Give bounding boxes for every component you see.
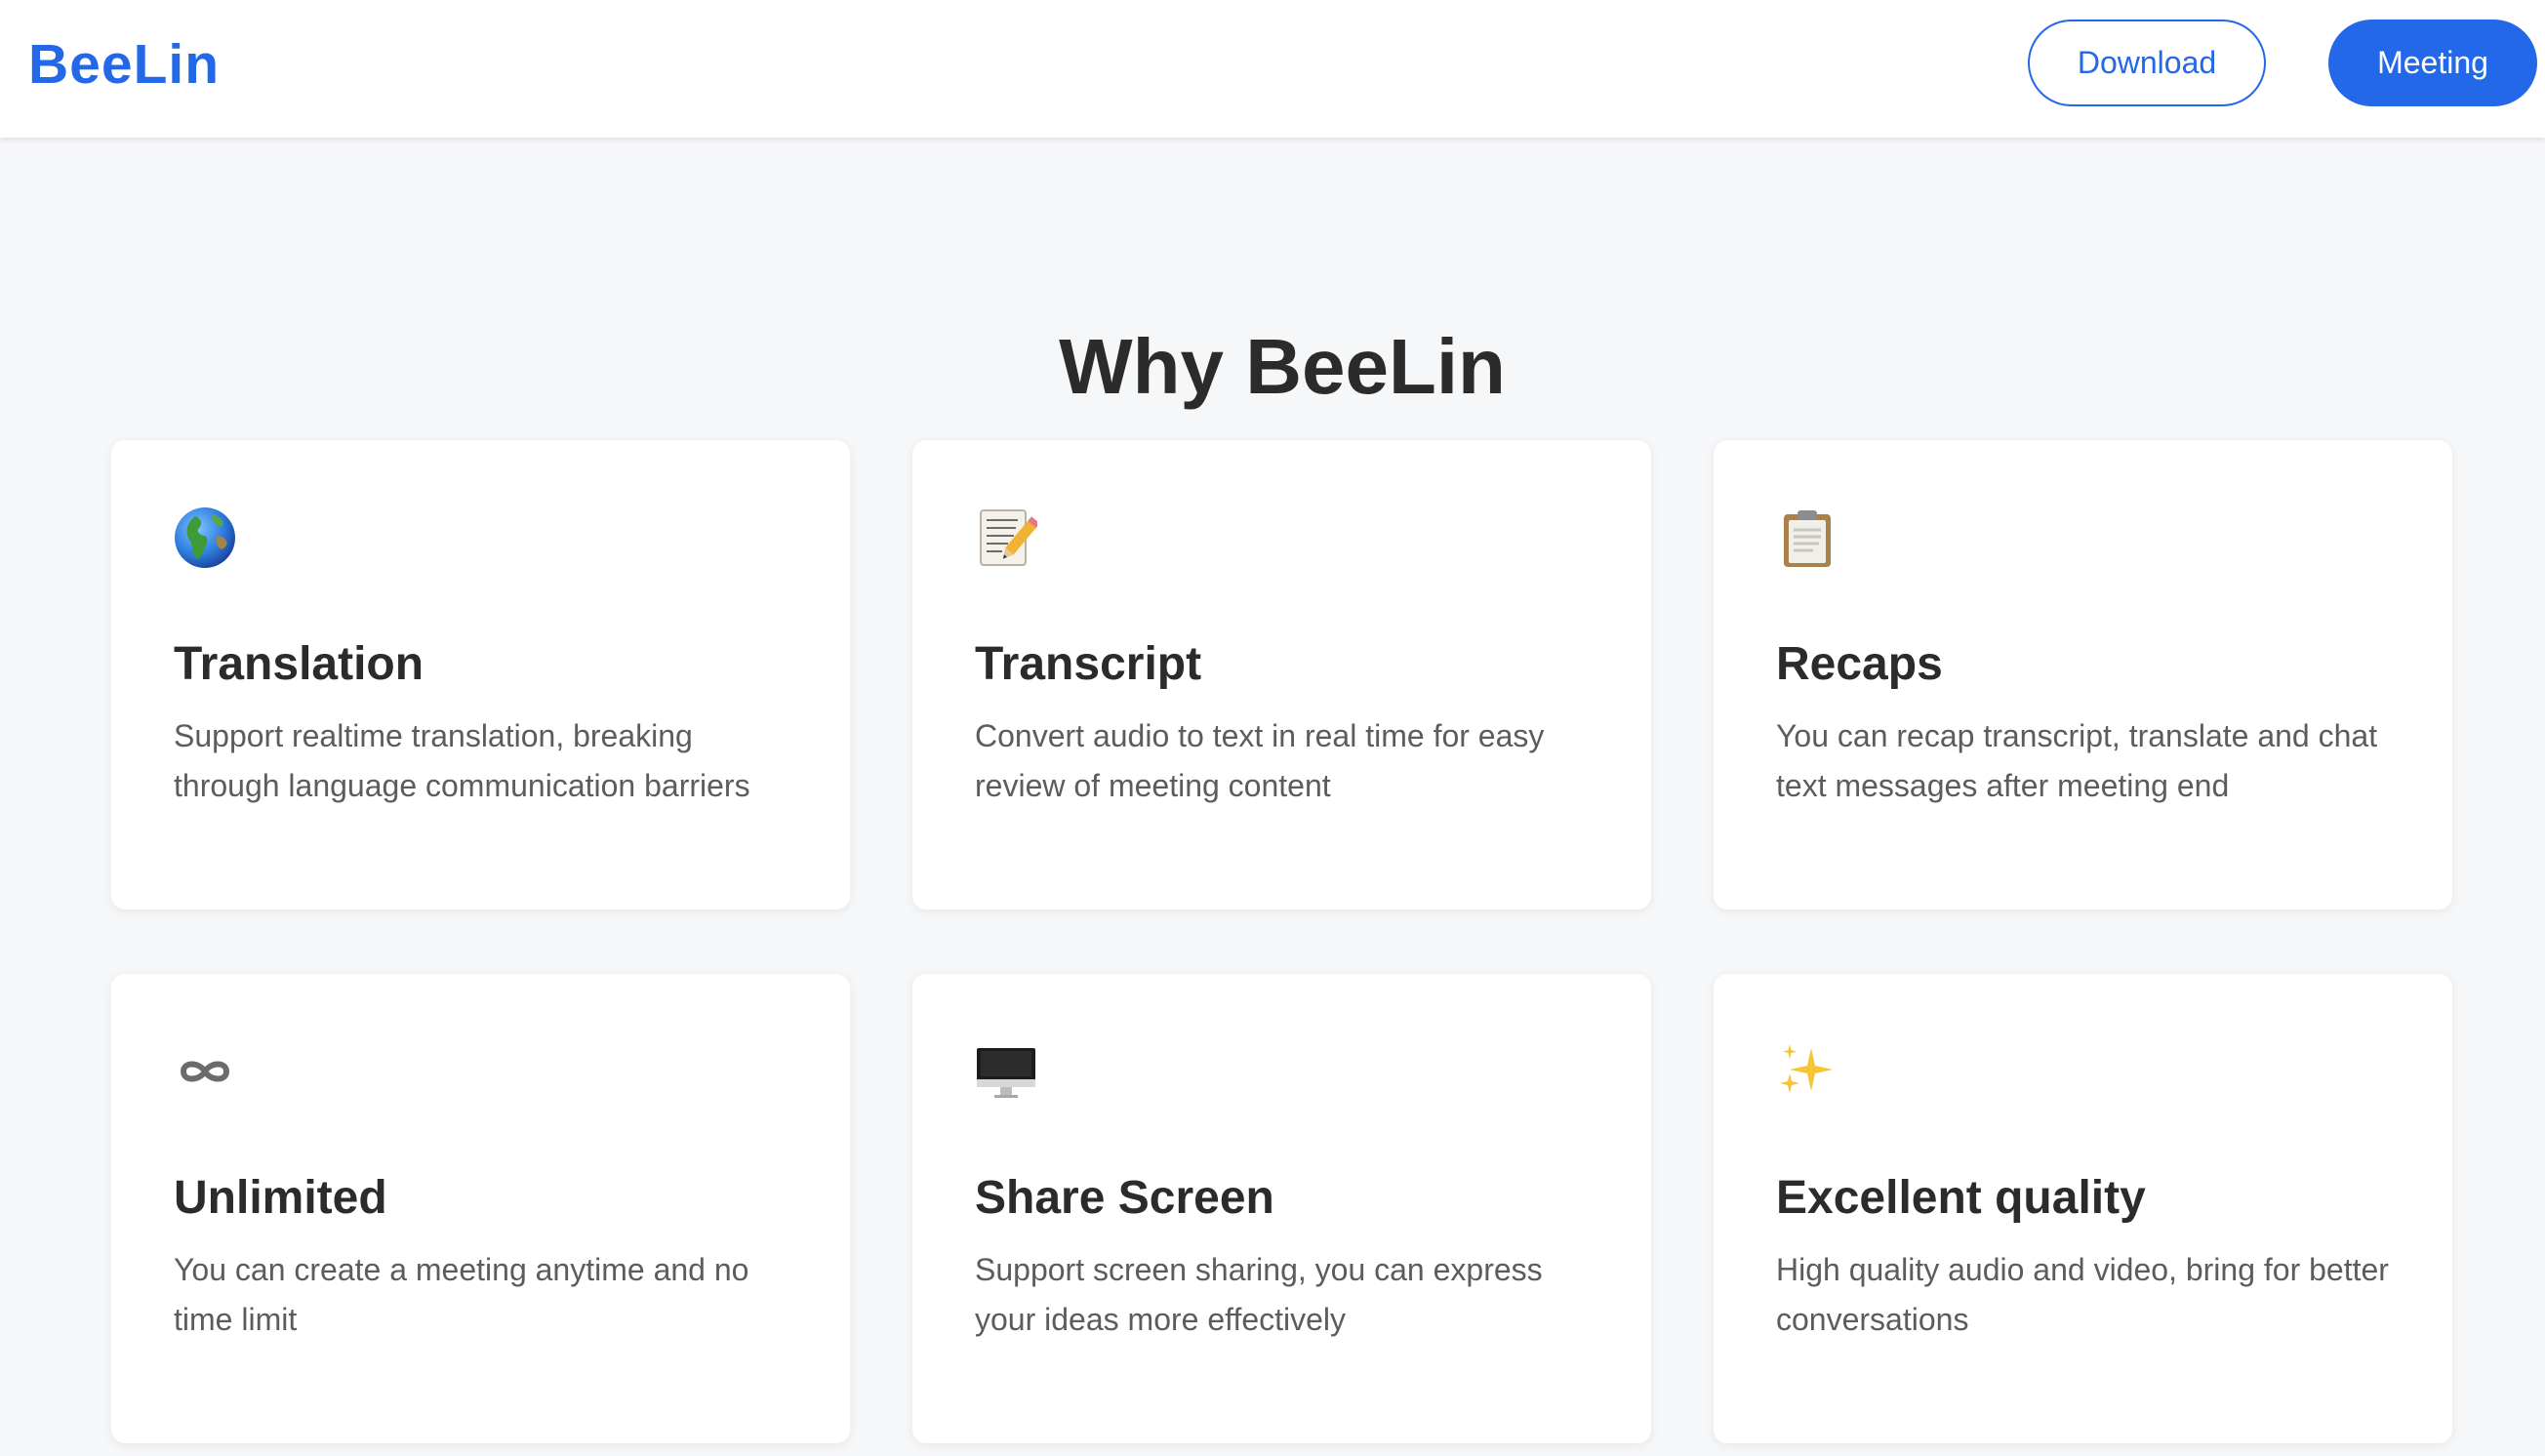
infinity-icon: [174, 1040, 236, 1103]
feature-card-share-screen: Share Screen Support screen sharing, you…: [912, 974, 1651, 1443]
download-button[interactable]: Download: [2028, 20, 2266, 106]
meeting-button[interactable]: Meeting: [2328, 20, 2537, 106]
feature-title: Unlimited: [174, 1172, 387, 1224]
feature-card-transcript: Transcript Convert audio to text in real…: [912, 440, 1651, 910]
sparkles-icon: [1776, 1040, 1838, 1103]
feature-card-unlimited: Unlimited You can create a meeting anyti…: [111, 974, 850, 1443]
feature-description: Support realtime translation, breaking t…: [174, 718, 750, 803]
feature-card-translation: Translation Support realtime translation…: [111, 440, 850, 910]
feature-title: Share Screen: [975, 1172, 1274, 1224]
feature-description: Support screen sharing, you can express …: [975, 1252, 1543, 1337]
clipboard-icon: [1776, 506, 1838, 569]
logo[interactable]: BeeLin: [28, 29, 220, 100]
feature-title: Recaps: [1776, 638, 1943, 690]
section-title: Why BeeLin: [1059, 323, 1506, 411]
feature-title: Transcript: [975, 638, 1202, 690]
memo-pencil-icon: [975, 506, 1037, 569]
feature-card-recaps: Recaps You can recap transcript, transla…: [1714, 440, 2452, 910]
feature-card-excellent-quality: Excellent quality High quality audio and…: [1714, 974, 2452, 1443]
feature-description: You can recap transcript, translate and …: [1776, 718, 2378, 803]
feature-title: Translation: [174, 638, 424, 690]
feature-description: Convert audio to text in real time for e…: [975, 718, 1545, 803]
feature-title: Excellent quality: [1776, 1172, 2146, 1224]
monitor-icon: [975, 1040, 1037, 1103]
top-navbar: BeeLin Download Meeting: [0, 0, 2545, 138]
globe-icon: [174, 506, 236, 569]
feature-description: High quality audio and video, bring for …: [1776, 1252, 2389, 1337]
feature-description: You can create a meeting anytime and no …: [174, 1252, 749, 1337]
